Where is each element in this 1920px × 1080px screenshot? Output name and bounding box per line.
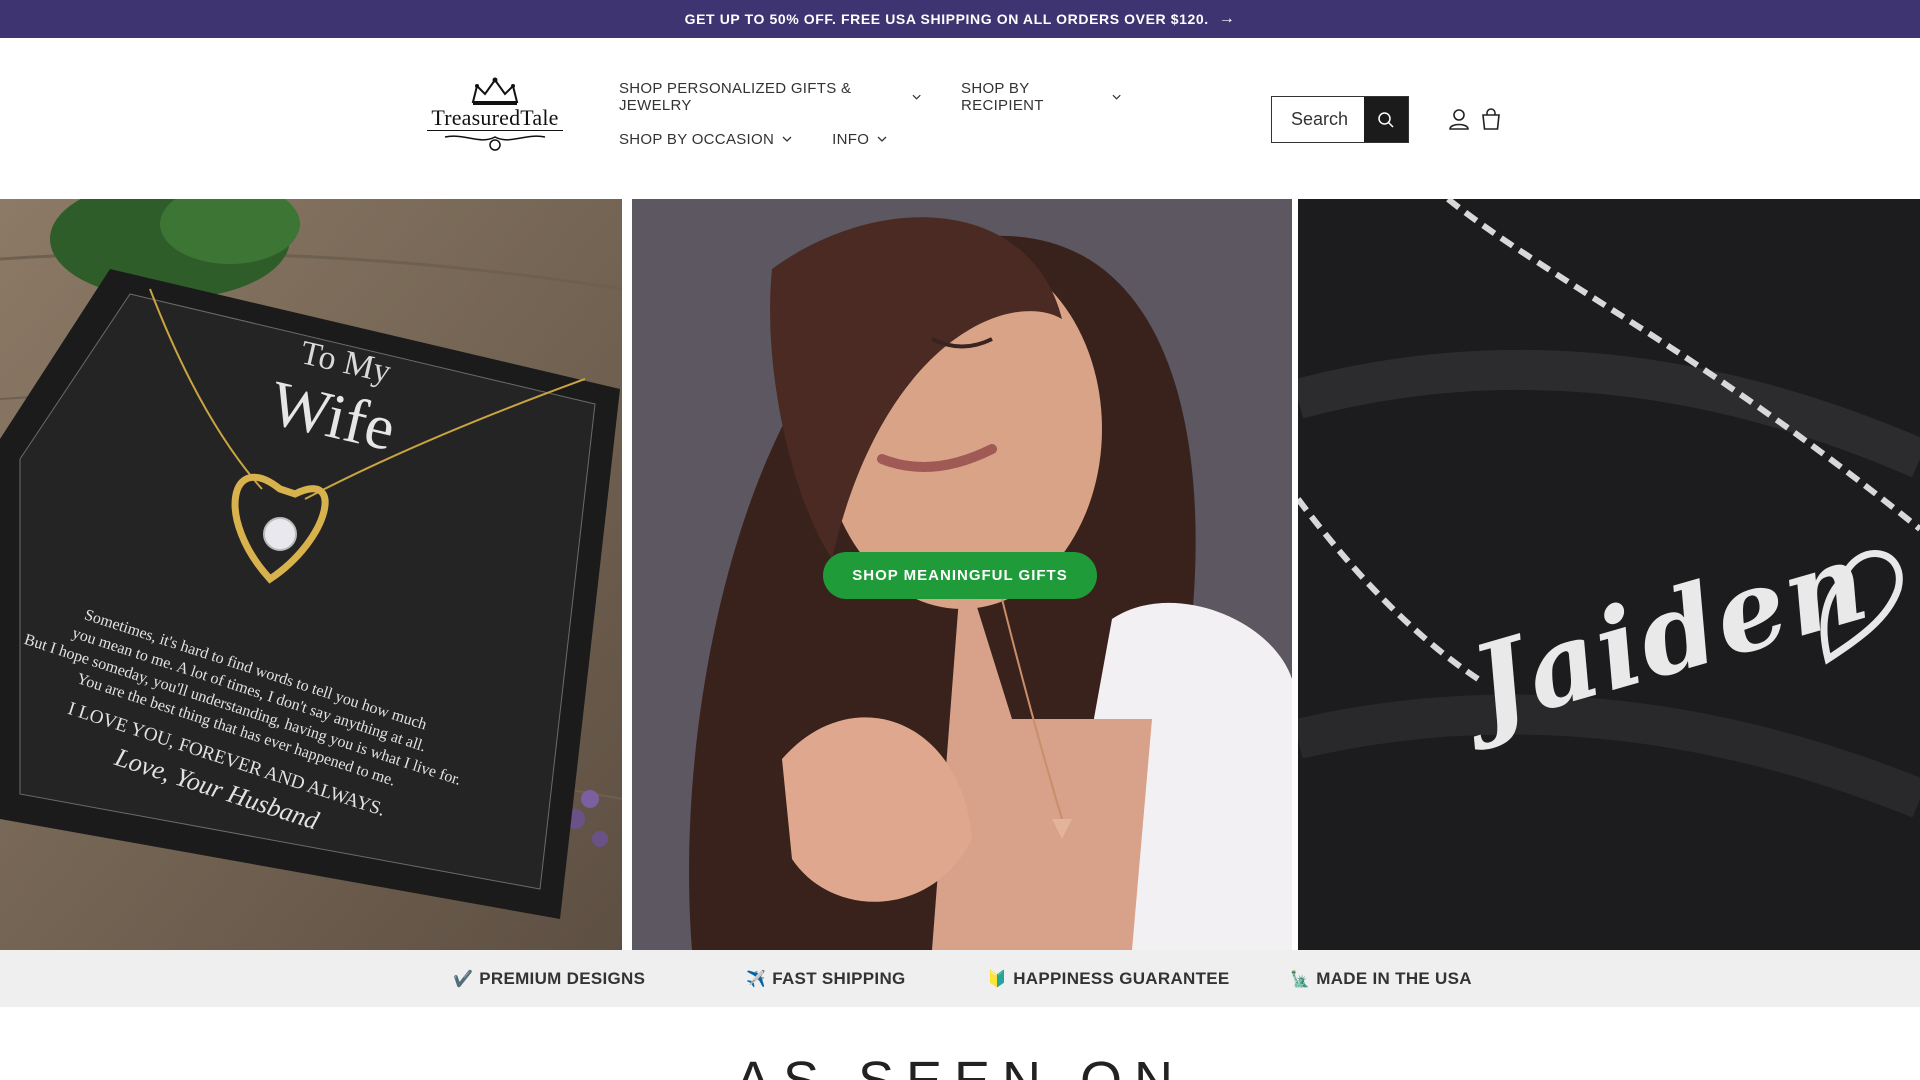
hero-image-wife-necklace: To My Wife Sometimes, it's hard to find … (0, 199, 622, 950)
nav-label: SHOP BY RECIPIENT (961, 80, 1044, 114)
arrow-right-icon: → (1218, 10, 1236, 27)
nav-shop-by-recipient[interactable]: SHOP BY RECIPIENT (952, 80, 1130, 114)
logo-flourish-icon (444, 135, 546, 151)
feature-made-in-usa: 🗽 MADE IN THE USA (1290, 950, 1472, 1007)
chevron-down-icon (912, 94, 921, 100)
feature-happiness-guarantee: 🔰 HAPPINESS GUARANTEE (987, 950, 1230, 1007)
feature-label: HAPPINESS GUARANTEE (1013, 968, 1230, 988)
checkmark-icon: ✔️ (453, 970, 474, 988)
features-bar: ✔️ PREMIUM DESIGNS ✈️ FAST SHIPPING 🔰 HA… (0, 950, 1920, 1007)
search-input[interactable] (1272, 97, 1364, 142)
feature-label: PREMIUM DESIGNS (479, 968, 646, 988)
logo-wordmark: TreasuredTale (427, 106, 563, 131)
search-icon (1378, 111, 1394, 128)
chevron-down-icon (1112, 94, 1121, 100)
site-logo[interactable]: TreasuredTale (420, 76, 570, 162)
nav-label: INFO (832, 130, 870, 148)
chevron-down-icon (877, 136, 887, 142)
nav-personalized-gifts[interactable]: SHOP PERSONALIZED GIFTS & JEWELRY (610, 80, 930, 114)
cart-icon[interactable] (1478, 106, 1504, 132)
statue-of-liberty-icon: 🗽 (1290, 970, 1311, 988)
nav-label: SHOP PERSONALIZED GIFTS & JEWELRY (619, 80, 852, 114)
announcement-text: GET UP TO 50% OFF. FREE USA SHIPPING ON … (684, 11, 1209, 27)
feature-label: MADE IN THE USA (1316, 968, 1472, 988)
crown-icon (471, 77, 519, 105)
hero-banner: To My Wife Sometimes, it's hard to find … (0, 199, 1920, 950)
search-button[interactable] (1364, 97, 1408, 142)
search-box (1271, 96, 1409, 143)
site-header: TreasuredTale SHOP PERSONALIZED GIFTS & … (0, 38, 1920, 199)
feature-fast-shipping: ✈️ FAST SHIPPING (746, 950, 906, 1007)
as-seen-on-heading: AS SEEN ON (0, 1050, 1920, 1080)
main-nav: SHOP PERSONALIZED GIFTS & JEWELRY SHOP B… (610, 76, 1130, 160)
feature-premium-designs: ✔️ PREMIUM DESIGNS (453, 950, 645, 1007)
announcement-bar[interactable]: GET UP TO 50% OFF. FREE USA SHIPPING ON … (0, 0, 1920, 38)
airplane-icon: ✈️ (746, 970, 767, 988)
account-icon[interactable] (1446, 106, 1472, 132)
shield-icon: 🔰 (987, 970, 1008, 988)
nav-shop-by-occasion[interactable]: SHOP BY OCCASION (610, 131, 801, 148)
hero-image-name-necklace: Jaiden (1298, 199, 1920, 950)
gold-heart-necklace-icon (149, 288, 586, 584)
feature-label: FAST SHIPPING (772, 968, 906, 988)
shop-meaningful-gifts-button[interactable]: SHOP MEANINGFUL GIFTS (823, 552, 1097, 599)
nav-info[interactable]: INFO (823, 131, 896, 148)
nav-label: SHOP BY OCCASION (619, 130, 775, 148)
chevron-down-icon (782, 136, 792, 142)
